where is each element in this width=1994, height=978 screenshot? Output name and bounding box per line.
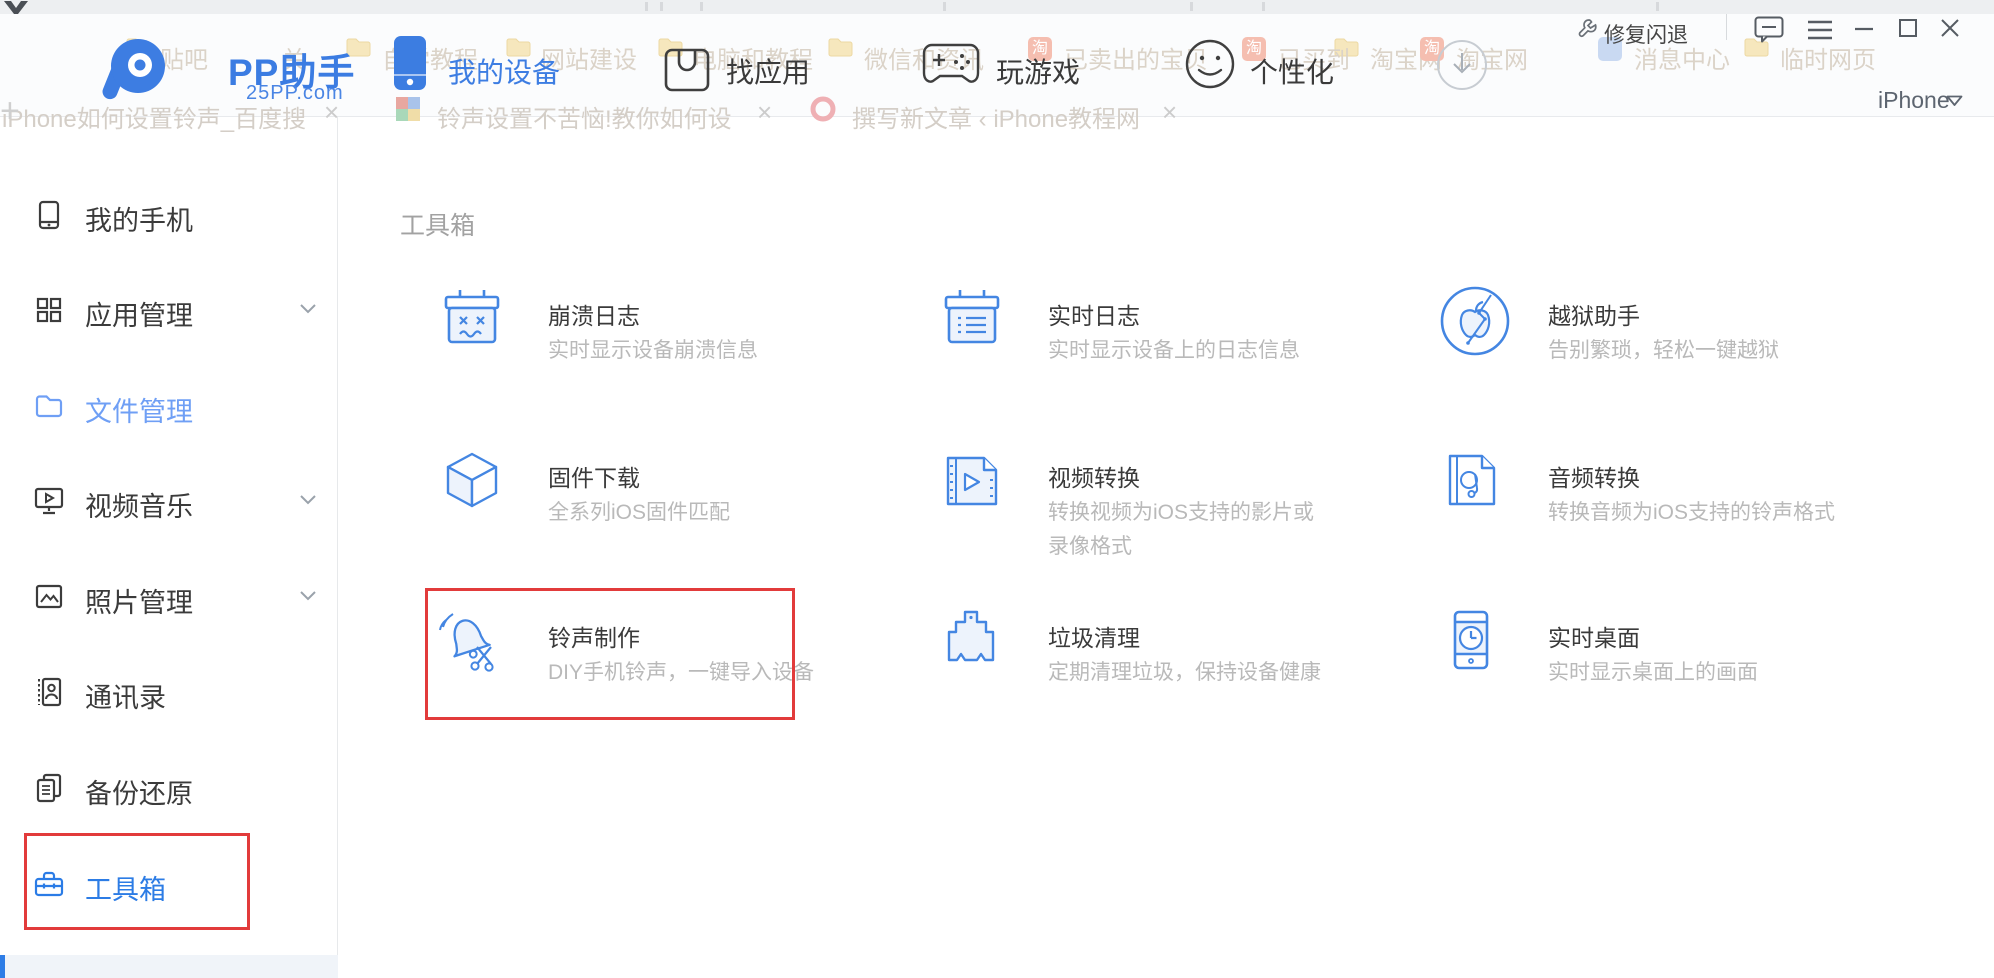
tool-title: 实时桌面 <box>1548 619 1640 653</box>
minimize-icon[interactable] <box>1854 27 1874 31</box>
tool-live-desktop[interactable]: 实时桌面 实时显示桌面上的画面 <box>1438 606 1908 746</box>
tool-desc: 转换音频为iOS支持的铃声格式 <box>1548 496 1835 526</box>
tool-video-convert[interactable]: 视频转换 转换视频为iOS支持的影片或录像格式 <box>938 446 1408 586</box>
browser-chrome-mark <box>660 2 663 11</box>
maximize-icon[interactable] <box>1898 18 1918 38</box>
tab-close-icon[interactable]: × <box>1162 97 1177 128</box>
device-selector[interactable]: iPhone <box>1878 87 1950 114</box>
tool-title: 崩溃日志 <box>548 297 640 331</box>
pp-assistant-window: 贴吧 关 自学教程 网站建设 电脑和教程 微信和资讯 淘 已卖出的宝贝 淘 已买… <box>0 0 1994 978</box>
live-log-icon <box>938 284 1006 357</box>
personalize-icon <box>1184 38 1236 90</box>
tool-desc: 实时显示桌面上的画面 <box>1548 656 1758 686</box>
sidebar-item-contacts[interactable]: 通讯录 <box>85 676 166 715</box>
fix-crash-icon <box>1578 19 1598 41</box>
app-subtitle: 25PP.com <box>246 82 344 105</box>
fix-crash-button[interactable]: 修复闪退 <box>1604 19 1688 49</box>
photo-icon <box>33 581 65 613</box>
tab-close-icon[interactable]: × <box>757 97 772 128</box>
browser-chrome-mark <box>1262 2 1265 11</box>
tool-title: 音频转换 <box>1548 459 1640 493</box>
sidebar-item-video-music[interactable]: 视频音乐 <box>85 485 193 524</box>
sidebar-selected-indicator <box>0 955 5 978</box>
nav-my-device[interactable]: 我的设备 <box>448 51 560 91</box>
junk-clean-icon <box>938 606 1006 679</box>
tool-live-log[interactable]: 实时日志 实时显示设备上的日志信息 <box>938 284 1408 424</box>
download-manager-icon[interactable] <box>1435 38 1489 92</box>
tool-desc: 全系列iOS固件匹配 <box>548 496 730 526</box>
crash-log-icon <box>438 284 506 357</box>
pp-logo-icon <box>100 36 168 104</box>
page-title: 工具箱 <box>400 206 475 242</box>
tool-desc: 定期清理垃圾，保持设备健康 <box>1048 656 1321 686</box>
tool-junk-clean[interactable]: 垃圾清理 定期清理垃圾，保持设备健康 <box>938 606 1408 746</box>
tool-jailbreak[interactable]: 越狱助手 告别繁琐，轻松一键越狱 <box>1438 284 1908 424</box>
nav-find-apps[interactable]: 找应用 <box>726 51 810 91</box>
browser-chrome-mark <box>1656 2 1659 11</box>
tool-desc: 实时显示设备崩溃信息 <box>548 334 758 364</box>
firmware-download-icon <box>438 446 506 519</box>
my-device-icon <box>392 34 428 92</box>
chevron-down-icon[interactable] <box>300 591 316 602</box>
folder-icon <box>828 37 854 57</box>
backup-restore-icon <box>33 772 65 804</box>
live-desktop-icon <box>1438 606 1506 679</box>
chevron-down-icon[interactable] <box>1946 95 1963 108</box>
sidebar-item-photo-management[interactable]: 照片管理 <box>85 581 193 620</box>
new-tab-button[interactable]: + <box>0 92 20 131</box>
sidebar-item-my-phone[interactable]: 我的手机 <box>85 199 193 238</box>
sidebar-item-app-management[interactable]: 应用管理 <box>85 294 193 333</box>
sidebar-item-backup-restore[interactable]: 备份还原 <box>85 772 193 811</box>
jailbreak-icon <box>1438 284 1512 363</box>
bookmark-item: 临时网页 <box>1780 40 1876 75</box>
menu-icon[interactable] <box>1806 19 1834 41</box>
phone-icon <box>33 199 65 231</box>
chevron-down-icon[interactable] <box>300 304 316 315</box>
tool-audio-convert[interactable]: 音频转换 转换音频为iOS支持的铃声格式 <box>1438 446 1908 586</box>
play-games-icon <box>922 42 980 88</box>
tab-favicon[interactable] <box>395 96 421 122</box>
tool-title: 固件下载 <box>548 459 640 493</box>
contacts-icon <box>33 676 65 708</box>
close-icon[interactable] <box>1940 18 1960 38</box>
tool-title: 垃圾清理 <box>1048 619 1140 653</box>
browser-tab[interactable]: 铃声设置不苦恼!教你如何设 <box>437 99 732 134</box>
browser-chrome-mark <box>943 2 946 11</box>
browser-chrome-mark <box>1190 2 1193 11</box>
video-music-icon <box>33 485 65 517</box>
sidebar-selected-row-bg <box>0 955 338 978</box>
video-convert-icon <box>938 446 1006 519</box>
background-browser-topbar <box>0 0 1994 14</box>
chevron-down-icon[interactable] <box>300 495 316 506</box>
sidebar-item-file-management[interactable]: 文件管理 <box>85 390 193 429</box>
browser-chrome-mark <box>700 2 703 11</box>
annotation-box-ringtone <box>425 588 795 720</box>
find-apps-icon <box>664 40 710 92</box>
apps-grid-icon <box>33 294 65 326</box>
tool-crash-log[interactable]: 崩溃日志 实时显示设备崩溃信息 <box>438 284 908 424</box>
tool-title: 实时日志 <box>1048 297 1140 331</box>
background-browser-icon <box>3 0 29 14</box>
folder-icon <box>33 390 65 422</box>
tool-title: 越狱助手 <box>1548 297 1640 331</box>
titlebar-divider <box>1726 14 1727 40</box>
audio-convert-icon <box>1438 446 1506 519</box>
tool-title: 视频转换 <box>1048 459 1140 493</box>
tool-desc: 转换视频为iOS支持的影片或录像格式 <box>1048 496 1330 564</box>
browser-chrome-mark <box>645 2 648 11</box>
browser-tab[interactable]: 撰写新文章 ‹ iPhone教程网 <box>852 99 1140 134</box>
nav-personalize[interactable]: 个性化 <box>1250 51 1334 91</box>
tab-favicon[interactable] <box>810 96 836 122</box>
feedback-icon[interactable] <box>1754 16 1784 43</box>
annotation-box-toolbox <box>24 833 250 930</box>
tool-firmware-download[interactable]: 固件下载 全系列iOS固件匹配 <box>438 446 908 586</box>
nav-play-games[interactable]: 玩游戏 <box>996 51 1080 91</box>
tool-desc: 告别繁琐，轻松一键越狱 <box>1548 334 1779 364</box>
tool-desc: 实时显示设备上的日志信息 <box>1048 334 1300 364</box>
